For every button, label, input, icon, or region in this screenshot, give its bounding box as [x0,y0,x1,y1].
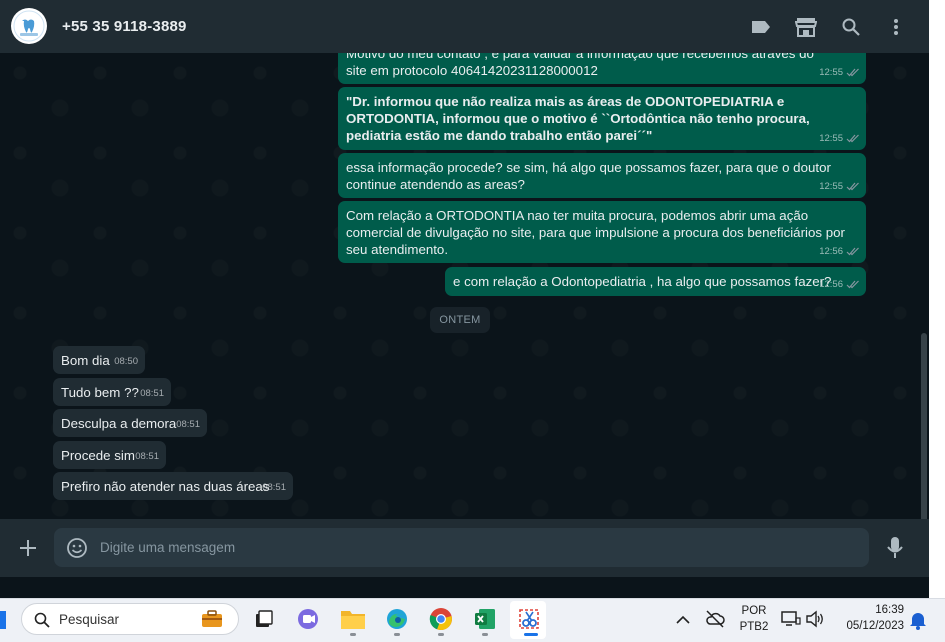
message-time: 08:51 [135,451,159,462]
edge-icon[interactable] [383,605,411,633]
message-meta: 12:56 [819,276,860,293]
message-meta: 12:55 [819,130,860,147]
message-text: Motivo do meu contato , é para validar a… [346,53,814,78]
double-check-icon [846,182,859,191]
contact-avatar[interactable] [11,8,47,44]
taskbar-search[interactable]: Pesquisar [21,603,239,635]
message-incoming[interactable]: Bom dia 08:50 [53,346,145,374]
running-indicator [482,633,488,636]
taskbar-search-placeholder: Pesquisar [59,612,120,627]
message-incoming[interactable]: Procede sim 08:51 [53,441,166,469]
menu-icon[interactable] [884,15,908,39]
message-outgoing[interactable]: "Dr. informou que não realiza mais as ár… [338,87,866,150]
whatsapp-window: +55 35 9118-3889 Motivo do meu contato ,… [0,0,929,577]
display-icon[interactable] [781,610,801,633]
volume-icon[interactable] [805,610,825,633]
chevron-up-icon[interactable] [676,612,690,630]
desktop-edge [929,0,945,598]
search-icon [34,612,50,628]
snipping-tool-icon[interactable] [515,605,543,633]
message-time: 08:51 [262,482,286,493]
double-check-icon [846,247,859,256]
double-check-icon [846,280,859,289]
language-indicator-2[interactable]: PTB2 [735,621,773,633]
message-time: 08:50 [114,356,138,367]
teams-icon[interactable] [294,605,322,633]
active-indicator [524,633,538,636]
message-outgoing[interactable]: Motivo do meu contato , é para validar a… [338,53,866,84]
message-list[interactable]: Motivo do meu contato , é para validar a… [0,53,929,519]
message-time: 12:56 [819,279,843,290]
plus-icon[interactable] [18,538,38,563]
message-meta: 12:56 [819,243,860,260]
message-composer: Digite uma mensagem [0,519,929,577]
message-meta: 12:55 [819,64,860,81]
message-incoming[interactable]: Desculpa a demora 08:51 [53,409,207,437]
message-text: Prefiro não atender nas duas áreas [61,479,270,494]
contact-name[interactable]: +55 35 9118-3889 [62,18,187,35]
briefcase-icon [202,610,222,627]
start-button[interactable] [0,611,6,629]
message-time: 08:51 [176,419,200,430]
double-check-icon [846,134,859,143]
message-outgoing[interactable]: e com relação a Odontopediatria , ha alg… [445,267,866,296]
label-icon[interactable] [749,15,773,39]
file-explorer-icon[interactable] [339,605,367,633]
message-text: e com relação a Odontopediatria , ha alg… [453,274,832,289]
store-icon[interactable] [794,15,818,39]
clock-date[interactable]: 05/12/2023 [830,620,904,632]
double-check-icon [846,68,859,77]
chrome-icon[interactable] [427,605,455,633]
chat-header: +55 35 9118-3889 [0,0,929,53]
message-time: 12:56 [819,246,843,257]
message-outgoing[interactable]: Com relação a ORTODONTIA nao ter muita p… [338,201,866,263]
window-bottom-edge [0,577,929,598]
message-outgoing[interactable]: essa informação procede? se sim, há algo… [338,153,866,198]
notification-bell-icon[interactable] [909,610,927,635]
cloud-offline-icon[interactable] [705,610,725,633]
chat-scrollbar[interactable] [921,333,927,519]
task-view-icon[interactable] [250,605,278,633]
message-input-placeholder: Digite uma mensagem [100,540,236,555]
search-icon[interactable] [839,15,863,39]
date-divider: ONTEM [430,307,490,333]
message-text: essa informação procede? se sim, há algo… [346,160,831,192]
clinic-logo-icon [13,10,45,42]
clock-time[interactable]: 16:39 [838,604,904,616]
message-time: 08:51 [140,388,164,399]
message-text: "Dr. informou que não realiza mais as ár… [346,94,810,143]
running-indicator [350,633,356,636]
message-incoming[interactable]: Tudo bem ?? 08:51 [53,378,171,406]
taskbar: Pesquisar POR PTB2 16:39 05/12/2023 [0,598,945,642]
mic-icon[interactable] [886,536,904,565]
message-incoming[interactable]: Prefiro não atender nas duas áreas 08:51 [53,472,293,500]
message-time: 12:55 [819,181,843,192]
message-meta: 12:55 [819,178,860,195]
message-text: Com relação a ORTODONTIA nao ter muita p… [346,208,845,257]
emoji-icon[interactable] [66,537,88,564]
running-indicator [394,633,400,636]
message-time: 12:55 [819,67,843,78]
message-input[interactable]: Digite uma mensagem [54,528,869,567]
running-indicator [438,633,444,636]
language-indicator-1[interactable]: POR [735,605,773,617]
excel-icon[interactable] [471,605,499,633]
message-time: 12:55 [819,133,843,144]
